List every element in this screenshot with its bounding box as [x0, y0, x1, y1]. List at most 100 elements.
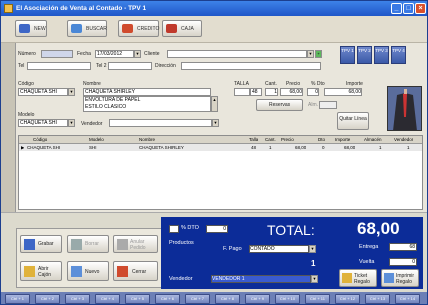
importe-field[interactable]: 68,00 — [324, 88, 362, 96]
numero-field[interactable] — [41, 50, 73, 58]
shortcut-key[interactable]: Ctrl + 4 — [95, 294, 120, 304]
shortcut-key[interactable]: Ctrl + 5 — [125, 294, 150, 304]
print-icon — [384, 273, 394, 283]
imprimir-regalo-label: Imprimir Regalo — [396, 273, 415, 285]
cliente-field[interactable] — [167, 50, 307, 58]
window-title: El Asociación de Venta al Contado - TPV … — [16, 5, 147, 12]
cliente-dropdown-icon[interactable]: ▼ — [307, 50, 314, 58]
tel-field[interactable] — [27, 62, 91, 70]
fecha-dropdown-icon[interactable]: ▼ — [134, 50, 141, 58]
add-client-icon[interactable]: + — [315, 50, 322, 58]
search-button[interactable]: BUSCAR — [67, 20, 107, 37]
description-scroll[interactable]: ▲ — [211, 96, 218, 112]
anular-button[interactable]: Anular Pedido — [113, 235, 158, 253]
description-line-2: ESTILO CLASICO — [85, 104, 127, 110]
dto-checkbox[interactable] — [169, 225, 179, 233]
tpv-3-button[interactable]: TPV 3 — [374, 46, 389, 64]
shortcut-key[interactable]: Ctrl + 9 — [245, 294, 270, 304]
productos-value: 1 — [311, 259, 316, 268]
cell-almacen: 1 — [379, 145, 382, 150]
direccion-label: Dirección — [155, 63, 176, 69]
app-icon — [4, 4, 13, 13]
bottom-area: Grabar Borrar Anular Pedido Abrir Cajón … — [1, 212, 427, 293]
imprimir-regalo-button[interactable]: Imprimir Regalo — [381, 269, 419, 287]
table-row[interactable]: ▶ CHAQUETA SHI SHI CHAQUETA SHIRLEY 48 1… — [19, 144, 422, 151]
color-swatch[interactable] — [234, 88, 250, 96]
quitar-linea-label: Quitar Línea — [339, 116, 367, 122]
codigo-field[interactable]: CHAQUETA SHI — [18, 88, 68, 96]
maximize-button[interactable]: □ — [403, 3, 414, 14]
vendedor-field[interactable] — [109, 119, 212, 127]
cant-field[interactable]: 1 — [265, 88, 278, 96]
cell-codigo: CHAQUETA SHI — [27, 145, 61, 150]
minimize-button[interactable]: _ — [391, 3, 402, 14]
grabar-button[interactable]: Grabar — [20, 235, 62, 253]
shortcut-key[interactable]: Ctrl + 3 — [65, 294, 90, 304]
modelo-dropdown-icon[interactable]: ▼ — [68, 119, 75, 127]
cell-precio: 68,00 — [295, 145, 307, 150]
numero-label: Número — [18, 51, 36, 57]
tel2-field[interactable] — [108, 62, 152, 70]
precio-field[interactable]: 68,00 — [280, 88, 303, 96]
vuelta-label: Vuelta — [359, 259, 375, 265]
anular-label: Anular Pedido — [130, 239, 146, 251]
vuelta-field[interactable]: 0 — [389, 258, 417, 266]
shortcut-key[interactable]: Ctrl + 8 — [215, 294, 240, 304]
cell-dto: 0 — [322, 145, 325, 150]
shortcut-key[interactable]: Ctrl + 11 — [305, 294, 330, 304]
shortcut-key[interactable]: Ctrl + 2 — [35, 294, 60, 304]
total-vendedor-dropdown-icon[interactable]: ▼ — [311, 275, 318, 283]
app-window: El Asociación de Venta al Contado - TPV … — [0, 0, 428, 305]
shortcut-key[interactable]: Ctrl + 1 — [5, 294, 30, 304]
direccion-field[interactable] — [181, 62, 321, 70]
shortcut-key[interactable]: Ctrl + 13 — [365, 294, 390, 304]
tpv-2-button[interactable]: TPV 2 — [357, 46, 372, 64]
fpago-field[interactable]: CONTADO — [249, 245, 309, 253]
entrega-field[interactable]: 68 — [389, 243, 417, 251]
credit-button-label: CREDITO — [137, 26, 160, 32]
vendedor-dropdown-icon[interactable]: ▼ — [212, 119, 219, 127]
productos-label: Productos — [169, 240, 194, 246]
credit-button[interactable]: CREDITO — [118, 20, 159, 37]
talla-field[interactable]: 48 — [250, 88, 262, 96]
shortcut-key[interactable]: Ctrl + 6 — [155, 294, 180, 304]
close-window-icon — [117, 266, 128, 277]
shortcut-key[interactable]: Ctrl + 7 — [185, 294, 210, 304]
quitar-linea-button[interactable]: Quitar Línea — [337, 112, 369, 130]
cell-cant: 1 — [269, 145, 272, 150]
description-box[interactable]: ENVOLTURA DE PAPEL ESTILO CLASICO — [83, 96, 211, 112]
cant-label: Cant. — [265, 81, 277, 87]
lines-grid[interactable]: Código Modelo Nombre Talla Cant. Precio … — [18, 135, 423, 210]
tpv-4-button[interactable]: TPV 4 — [391, 46, 406, 64]
abrir-cajon-button[interactable]: Abrir Cajón — [20, 261, 62, 281]
shortcut-key[interactable]: Ctrl + 10 — [275, 294, 300, 304]
col-vendedor: Vendedor — [394, 137, 414, 142]
ticket-regalo-button[interactable]: Ticket Regalo — [339, 269, 377, 287]
nuevo-button[interactable]: Nuevo — [67, 261, 109, 281]
dto-field[interactable]: 0 — [307, 88, 319, 96]
total-value: 68,00 — [357, 219, 400, 238]
borrar-button[interactable]: Borrar — [67, 235, 109, 253]
total-vendedor-field[interactable]: VENDEDOR 1 — [211, 275, 311, 283]
close-button[interactable]: × — [415, 3, 426, 14]
col-dto: Dto — [318, 137, 326, 142]
col-almacen: Almacén — [364, 137, 382, 142]
col-modelo: Modelo — [89, 137, 104, 142]
dto-total-label: % DTO — [181, 225, 199, 231]
reservas-button[interactable]: Reservas — [256, 99, 303, 111]
cash-button[interactable]: CAJA — [162, 20, 202, 37]
shortcut-bar: Ctrl + 1 Ctrl + 2 Ctrl + 3 Ctrl + 4 Ctrl… — [1, 292, 427, 304]
codigo-dropdown-icon[interactable]: ▼ — [68, 88, 75, 96]
shortcut-key[interactable]: Ctrl + 12 — [335, 294, 360, 304]
modelo-field[interactable]: CHAQUETA SHI — [18, 119, 68, 127]
fpago-dropdown-icon[interactable]: ▼ — [309, 245, 316, 253]
cerrar-button[interactable]: Cerrar — [113, 261, 158, 281]
fecha-field[interactable]: 17/03/2012 — [95, 50, 134, 58]
nombre-field[interactable]: CHAQUETA SHIRLEY — [83, 88, 211, 96]
col-talla: Talla — [249, 137, 259, 142]
shortcut-key[interactable]: Ctrl + 14 — [395, 294, 420, 304]
new-button[interactable]: NEW — [15, 20, 47, 37]
alm-field[interactable] — [319, 101, 337, 109]
tpv-1-button[interactable]: TPV 1 — [340, 46, 355, 64]
dto-total-field[interactable]: 0 — [206, 225, 228, 233]
